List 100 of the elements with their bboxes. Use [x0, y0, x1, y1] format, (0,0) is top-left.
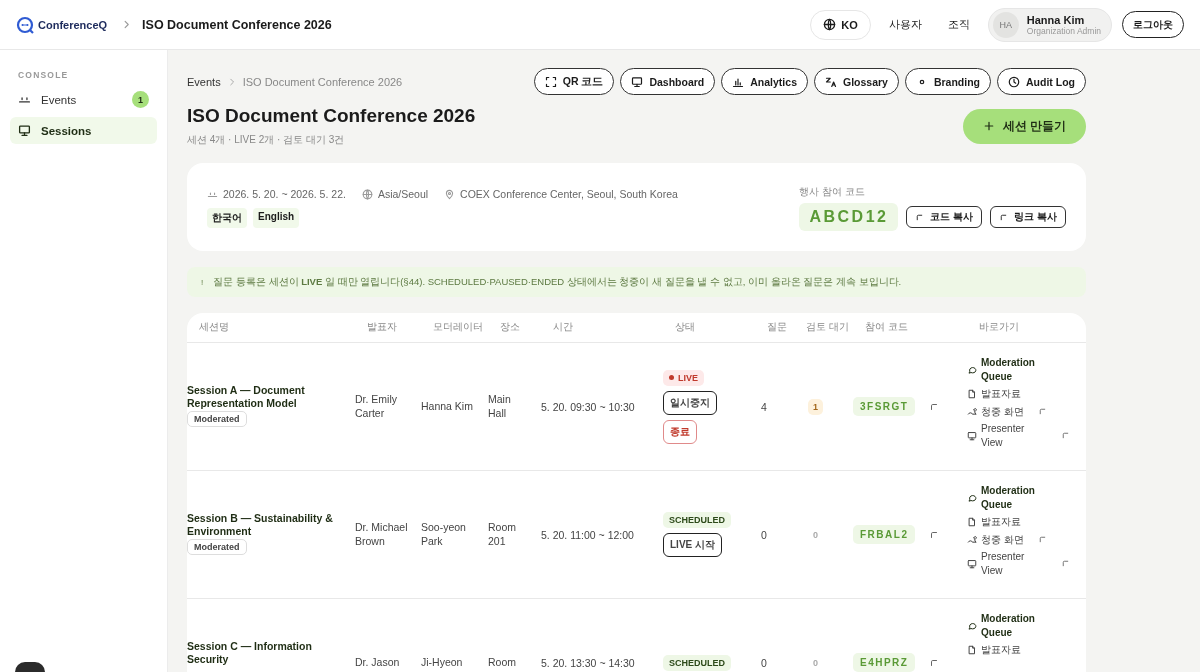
copy-icon[interactable]: [1037, 534, 1047, 544]
table-cell-text: Hanna Kim: [421, 399, 474, 414]
breadcrumb-current: ISO Document Conference 2026: [242, 75, 403, 88]
column-header: 상태: [675, 321, 696, 334]
action-button[interactable]: LIVE 시작: [663, 533, 722, 557]
people-icon: [967, 406, 977, 417]
copy-icon: [915, 212, 925, 222]
pending-count: 0: [812, 656, 819, 670]
avatar: HA: [992, 11, 1019, 38]
table-cell-text: Main Hall: [488, 392, 512, 421]
section-label: CONSOLE: [17, 70, 70, 82]
toolbar-button[interactable]: Dashboard: [620, 68, 716, 95]
session-title[interactable]: Session C — Information Security: [187, 640, 337, 666]
nav-link[interactable]: 사용자: [880, 17, 930, 32]
file-icon: [967, 644, 977, 655]
toolbar-button[interactable]: Glossary: [813, 68, 899, 95]
create-session-button[interactable]: 세션 만들기: [962, 108, 1086, 144]
toolbar-button[interactable]: Analytics: [721, 68, 808, 95]
monitor-icon: [631, 75, 644, 88]
session-title[interactable]: Session A — Document Representation Model: [187, 384, 337, 410]
user-menu[interactable]: HA Hanna Kim Organization Admin: [987, 7, 1112, 42]
floating-button[interactable]: [15, 662, 45, 672]
column-header: 검토 대기: [806, 321, 850, 334]
map-pin-icon: [444, 188, 456, 200]
event-venue: COEX Conference Center, Seoul, South Korea: [460, 188, 678, 200]
nav-link[interactable]: 조직: [939, 17, 978, 32]
toolbar-button[interactable]: Branding: [904, 68, 991, 95]
status-badge: SCHEDULED: [663, 654, 731, 671]
copy-icon[interactable]: [929, 657, 940, 668]
file-icon: [967, 516, 977, 527]
mode-tag: Moderated: [187, 539, 247, 556]
copy-button[interactable]: 코드 복사: [906, 206, 983, 228]
copy-icon[interactable]: [1037, 406, 1047, 416]
code-label: 행사 참여 코드: [799, 185, 866, 199]
language-tag: English: [253, 208, 300, 228]
table-cell-text: Dr. Jason: [355, 655, 401, 670]
toolbar-button[interactable]: QR 코드: [533, 68, 615, 95]
copy-button[interactable]: 링크 복사: [990, 206, 1066, 228]
action-button[interactable]: 종료: [663, 419, 697, 444]
copy-icon: [999, 212, 1009, 222]
globe-icon: [361, 188, 373, 200]
table-cell-text: Dr. Emily Carter: [355, 392, 398, 421]
scan-icon: [544, 75, 557, 88]
shortcut-link[interactable]: 발표자료: [967, 387, 1086, 401]
sidebar-item[interactable]: Sessions: [10, 117, 157, 144]
session-title[interactable]: Session B — Sustainability & Environment: [187, 512, 337, 538]
status-badge: LIVE: [663, 369, 704, 386]
event-title: ISO Document Conference 2026: [187, 105, 476, 127]
table-cell-text: 5. 20. 09:30 ~ 10:30: [541, 400, 636, 413]
chat-bubble-icon: [967, 492, 977, 503]
table-cell-text: Room: [488, 655, 517, 670]
shortcut-link[interactable]: 청중 화면: [967, 532, 1086, 546]
pending-count: 0: [812, 528, 819, 542]
shortcut-link[interactable]: Presenter View: [967, 422, 1086, 449]
breadcrumb-link[interactable]: Events: [187, 75, 221, 88]
notice-icon: !: [201, 277, 204, 287]
chat-bubble-icon: [967, 364, 977, 375]
sidebar-item[interactable]: Events 1: [10, 86, 157, 113]
column-header: 발표자: [367, 321, 398, 334]
monitor-icon: [18, 124, 31, 137]
column-header: 세션명: [199, 321, 230, 334]
join-code: 3FSRGT: [853, 397, 916, 416]
shortcut-link[interactable]: Moderation Queue: [967, 484, 1086, 511]
shortcut-link[interactable]: Presenter View: [967, 550, 1086, 577]
table-cell-text: 5. 20. 13:30 ~ 14:30: [541, 656, 636, 669]
people-icon: [967, 534, 977, 545]
column-header: 참여 코드: [865, 321, 909, 334]
notice-text: 질문 등록은 세션이 LIVE 일 때만 열립니다(§44). SCHEDULED·PAUSED·ENDED 상태에서는 청중이 새 질문을 낼 수 없고, 이미 올라온 질문은 계속 보입니다.: [213, 275, 902, 289]
shortcut-link[interactable]: Moderation Queue: [967, 612, 1086, 639]
logo-icon: [16, 15, 34, 34]
copy-icon[interactable]: [929, 529, 940, 540]
join-code: FRBAL2: [853, 525, 916, 544]
table-cell-text: Ji-Hyeon: [421, 655, 464, 670]
event-timezone: Asia/Seoul: [377, 188, 429, 200]
language-tag: 한국어: [207, 208, 247, 228]
join-code: ABCD12: [799, 203, 899, 231]
column-header: 장소: [500, 321, 521, 334]
shortcut-link[interactable]: 청중 화면: [967, 404, 1086, 418]
toolbar-button[interactable]: Audit Log: [997, 68, 1086, 95]
table-cell-text: Soo-yeon Park: [421, 520, 467, 549]
shortcut-link[interactable]: 발표자료: [967, 643, 1086, 657]
chat-bubble-icon: [967, 620, 977, 631]
table-cell: 0: [761, 528, 767, 541]
copy-icon[interactable]: [1061, 559, 1070, 568]
shortcut-link[interactable]: 발표자료: [967, 515, 1086, 529]
action-button[interactable]: 일시중지: [663, 390, 717, 415]
join-code: E4HPRZ: [853, 653, 916, 672]
table-cell: 0: [761, 656, 767, 669]
column-header: 시간: [553, 321, 574, 334]
copy-icon[interactable]: [929, 401, 940, 412]
plus-icon: [982, 120, 995, 132]
globe-icon: [823, 18, 837, 31]
user-role: Organization Admin: [1026, 25, 1101, 36]
column-header: 질문: [767, 321, 788, 334]
monitor-icon: [967, 430, 977, 441]
clock-icon: [1008, 75, 1020, 88]
shortcut-link[interactable]: Moderation Queue: [967, 356, 1086, 383]
count-badge: 1: [132, 91, 149, 108]
copy-icon[interactable]: [1061, 431, 1070, 440]
user-name: Hanna Kim: [1026, 13, 1086, 26]
